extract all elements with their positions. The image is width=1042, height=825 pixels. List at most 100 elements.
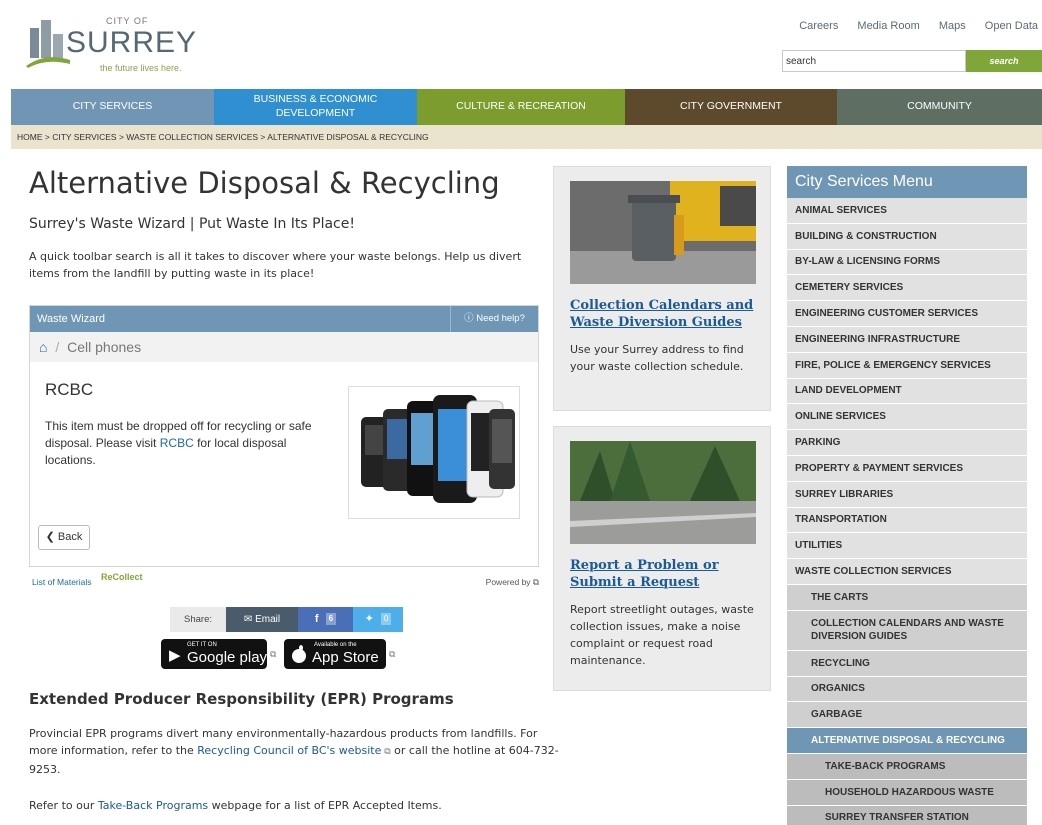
wizard-title: Waste Wizard [37, 313, 106, 325]
play-icon: ▶ [169, 647, 181, 664]
sidebar-item-collection-calendars-and-waste-diversion-guides[interactable]: COLLECTION CALENDARS AND WASTE DIVERSION… [787, 610, 1027, 651]
chevron-left-icon: ❮ [45, 531, 55, 543]
rcbc-link[interactable]: RCBC [160, 436, 194, 450]
back-label: Back [57, 531, 83, 543]
share-twitter-button[interactable]: ✦ 0 [353, 607, 403, 632]
sidebar-item-property-payment-services[interactable]: PROPERTY & PAYMENT SERVICES [787, 455, 1027, 482]
envelope-icon: ✉ [243, 614, 253, 625]
link-media-room[interactable]: Media Room [857, 20, 919, 32]
side-menu-list: ANIMAL SERVICES BUILDING & CONSTRUCTION BY… [787, 198, 1027, 825]
take-back-programs-link[interactable]: Take-Back Programs [98, 799, 208, 812]
list-of-materials-link[interactable]: List of Materials [32, 577, 92, 587]
search-input[interactable]: search [782, 50, 966, 72]
external-link-icon: ⧉ [270, 650, 277, 660]
sidebar-item-building-construction[interactable]: BUILDING & CONSTRUCTION [787, 223, 1027, 250]
report-problem-card: Report a Problem or Submit a Request Rep… [553, 426, 771, 691]
facebook-icon: f [314, 613, 319, 625]
wizard-item-title: RCBC [45, 380, 94, 399]
external-link-icon: ⧉ [532, 577, 539, 587]
logo-mark-icon [26, 20, 70, 68]
phones-icon [361, 395, 515, 503]
sidebar-item-transportation[interactable]: TRANSPORTATION [787, 507, 1027, 534]
report-problem-link[interactable]: Report a Problem or Submit a Request [570, 557, 760, 591]
breadcrumb: HOME > CITY SERVICES > WASTE COLLECTION … [11, 125, 1042, 149]
breadcrumb-home[interactable]: HOME [17, 132, 43, 142]
sidebar-item-parking[interactable]: PARKING [787, 430, 1027, 456]
share-bar: Share: ✉ Email f 6 ✦ 0 [170, 607, 403, 632]
take-back-text: Refer to our Take-Back Programs webpage … [29, 799, 442, 812]
breadcrumb-waste-collection[interactable]: WASTE COLLECTION SERVICES [126, 132, 258, 142]
logo-wordmark: SURREY [66, 26, 198, 59]
sidebar-item-recycling[interactable]: RECYCLING [787, 650, 1027, 677]
breadcrumb-city-services[interactable]: CITY SERVICES [52, 132, 116, 142]
share-facebook-button[interactable]: f 6 [298, 607, 353, 632]
side-menu-title: City Services Menu [787, 166, 1027, 198]
sidebar-item-the-carts[interactable]: THE CARTS [787, 584, 1027, 611]
recycling-council-link[interactable]: Recycling Council of BC's website [197, 744, 381, 757]
need-help-button[interactable]: ⓘ Need help? [450, 306, 538, 332]
powered-by[interactable]: Powered by ⧉ [486, 577, 539, 588]
google-play-badge[interactable]: ▶ GET IT ON Google play [161, 639, 267, 669]
waste-wizard-widget: Waste Wizard ⓘ Need help? ⌂ / Cell phone… [29, 305, 539, 567]
wizard-item-text: This item must be dropped off for recycl… [45, 419, 312, 467]
wizard-header: Waste Wizard ⓘ Need help? [30, 306, 538, 332]
sidebar-item-garbage[interactable]: GARBAGE [787, 702, 1027, 729]
cell-phones-image [348, 386, 520, 519]
back-button[interactable]: ❮ Back [38, 525, 90, 550]
logo-tagline: the future lives here. [100, 63, 182, 73]
sidebar-item-engineering-infrastructure[interactable]: ENGINEERING INFRASTRUCTURE [787, 326, 1027, 353]
share-email-button[interactable]: ✉ Email [226, 607, 298, 632]
epr-heading: Extended Producer Responsibility (EPR) P… [29, 690, 454, 708]
sidebar-item-organics[interactable]: ORGANICS [787, 676, 1027, 703]
garbage-truck-photo [570, 181, 756, 284]
sidebar-item-take-back-programs[interactable]: TAKE-BACK PROGRAMS [787, 753, 1027, 780]
facebook-count: 6 [325, 613, 337, 626]
nav-city-government[interactable]: CITY GOVERNMENT [625, 89, 837, 125]
page-title: Alternative Disposal & Recycling [29, 166, 500, 200]
wizard-breadcrumb: ⌂ / Cell phones [30, 332, 538, 362]
share-email-label: Email [255, 614, 281, 625]
sidebar-item-fire-police-emergency-services[interactable]: FIRE, POLICE & EMERGENCY SERVICES [787, 352, 1027, 379]
search-button[interactable]: search [966, 50, 1042, 72]
sidebar-item-surrey-transfer-station[interactable]: SURREY TRANSFER STATION [787, 805, 1027, 825]
app-store-badge[interactable]: Available on the App Store [284, 639, 386, 669]
external-link-icon: ⧉ [381, 747, 391, 757]
share-label: Share: [170, 607, 226, 632]
sidebar-item-land-development[interactable]: LAND DEVELOPMENT [787, 378, 1027, 405]
nav-community[interactable]: COMMUNITY [837, 89, 1042, 125]
wizard-crumb-item: Cell phones [67, 339, 142, 355]
city-services-menu: City Services Menu ANIMAL SERVICES BUILDI… [787, 166, 1027, 825]
page-subtitle: Surrey's Waste Wizard | Put Waste In Its… [29, 216, 355, 232]
sidebar-item-online-services[interactable]: ONLINE SERVICES [787, 404, 1027, 431]
nav-culture-recreation[interactable]: CULTURE & RECREATION [417, 89, 625, 125]
help-icon: ⓘ [464, 313, 474, 324]
twitter-count: 0 [380, 613, 392, 626]
home-icon[interactable]: ⌂ [39, 339, 47, 355]
utility-links: Careers Media Room Maps Open Data [783, 20, 1038, 32]
sidebar-item-by-law-licensing-forms[interactable]: BY-LAW & LICENSING FORMS [787, 249, 1027, 276]
collection-calendars-card: Collection Calendars and Waste Diversion… [553, 166, 771, 411]
main-nav: CITY SERVICES BUSINESS & ECONOMIC DEVELO… [11, 89, 1042, 125]
link-careers[interactable]: Careers [799, 20, 838, 32]
apple-icon [292, 645, 306, 663]
link-maps[interactable]: Maps [939, 20, 966, 32]
sidebar-item-utilities[interactable]: UTILITIES [787, 533, 1027, 560]
recollect-logo[interactable]: ReCollect [101, 572, 143, 582]
wizard-footer: List of Materials ReCollect Powered by ⧉ [29, 572, 539, 588]
collection-calendars-link[interactable]: Collection Calendars and Waste Diversion… [570, 297, 760, 331]
breadcrumb-current[interactable]: ALTERNATIVE DISPOSAL & RECYCLING [267, 132, 428, 142]
sidebar-item-cemetery-services[interactable]: CEMETERY SERVICES [787, 275, 1027, 302]
sidebar-item-animal-services[interactable]: ANIMAL SERVICES [787, 198, 1027, 224]
twitter-icon: ✦ [364, 613, 374, 625]
sidebar-item-waste-collection-services[interactable]: WASTE COLLECTION SERVICES [787, 559, 1027, 585]
sidebar-item-household-hazardous-waste[interactable]: HOUSEHOLD HAZARDOUS WASTE [787, 779, 1027, 806]
nav-city-services[interactable]: CITY SERVICES [11, 89, 214, 125]
surrey-logo[interactable]: CITY OF SURREY the future lives here. [26, 16, 196, 74]
sidebar-item-surrey-libraries[interactable]: SURREY LIBRARIES [787, 481, 1027, 508]
street-photo [570, 441, 756, 544]
nav-business-economic-development[interactable]: BUSINESS & ECONOMIC DEVELOPMENT [214, 89, 417, 125]
sidebar-item-engineering-customer-services[interactable]: ENGINEERING CUSTOMER SERVICES [787, 301, 1027, 327]
wizard-crumb-separator: / [55, 339, 60, 355]
sidebar-item-alternative-disposal-recycling[interactable]: ALTERNATIVE DISPOSAL & RECYCLING [787, 728, 1027, 754]
link-open-data[interactable]: Open Data [985, 20, 1038, 32]
